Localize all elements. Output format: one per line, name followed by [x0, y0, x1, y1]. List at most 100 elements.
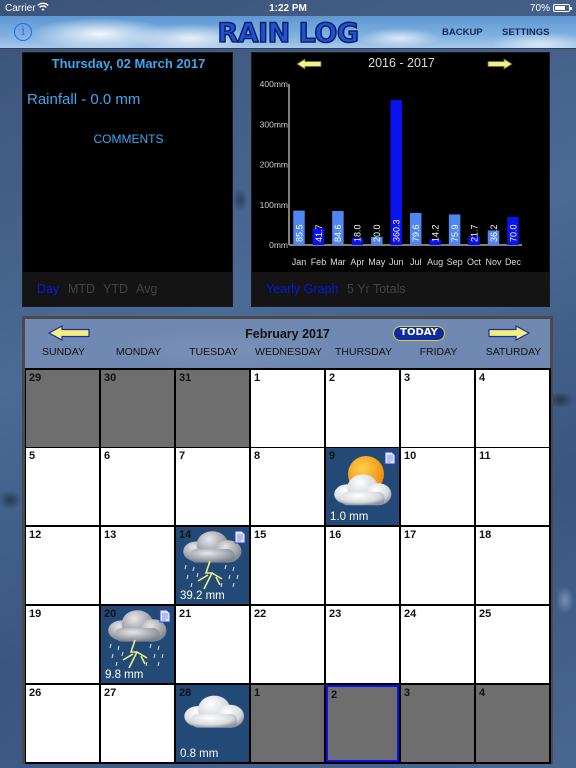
selected-date: Thursday, 02 March 2017	[51, 56, 206, 71]
calendar-day-cell[interactable]: 24	[401, 606, 474, 683]
calendar-day-cell[interactable]: 31	[176, 370, 249, 447]
calendar-day-cell[interactable]: 1	[251, 685, 324, 762]
x-tick-label: Aug	[427, 257, 443, 267]
calendar-day-cell[interactable]: 19	[26, 606, 99, 683]
day-number: 2	[331, 689, 338, 701]
bar-value-label: 41.7	[314, 224, 324, 242]
weekday-header-wednesday: WEDNESDAY	[255, 346, 322, 358]
calendar-day-cell[interactable]: 17	[401, 527, 474, 604]
y-tick-label: 300mm	[260, 119, 288, 129]
settings-button[interactable]: SETTINGS	[502, 27, 550, 38]
calendar-day-cell[interactable]: 20 9.8 mm	[101, 606, 174, 683]
note-icon	[234, 530, 246, 544]
tab-day[interactable]: Day	[37, 282, 59, 296]
calendar-day-cell[interactable]: 3	[401, 685, 474, 762]
x-tick-label: Dec	[505, 257, 522, 267]
day-number: 7	[179, 450, 186, 462]
calendar-day-cell[interactable]: 27	[101, 685, 174, 762]
calendar-day-cell[interactable]: 16	[326, 527, 399, 604]
calendar-day-cell[interactable]: 4	[476, 685, 549, 762]
day-number: 27	[104, 687, 117, 699]
bar-value-label: 14.2	[430, 224, 440, 242]
calendar-day-cell[interactable]: 8	[251, 448, 324, 525]
battery-icon	[553, 4, 572, 12]
y-tick-label: 200mm	[260, 160, 288, 170]
day-number: 19	[29, 608, 42, 620]
calendar-day-cell[interactable]: 10	[401, 448, 474, 525]
month-title: February 2017	[245, 327, 330, 341]
calendar-day-cell[interactable]: 11	[476, 448, 549, 525]
calendar-day-cell[interactable]: 4	[476, 370, 549, 447]
calendar-day-cell[interactable]: 9 1.0 mm	[326, 448, 399, 525]
calendar-day-cell[interactable]: 14 39.2 mm	[176, 527, 249, 604]
rainfall-value: Rainfall - 0.0 mm	[27, 91, 141, 108]
calendar-day-cell[interactable]: 15	[251, 527, 324, 604]
day-number: 31	[179, 372, 192, 384]
bar-value-label: 20.0	[372, 224, 382, 242]
today-button[interactable]: TODAY	[393, 326, 445, 341]
calendar-day-cell[interactable]: 21	[176, 606, 249, 683]
day-number: 22	[254, 608, 267, 620]
day-number: 28	[179, 687, 192, 699]
comments-button[interactable]: COMMENTS	[23, 132, 234, 146]
bar-value-label: 84.6	[333, 224, 343, 242]
note-icon	[159, 609, 171, 623]
tab-mtd[interactable]: MTD	[68, 282, 95, 296]
calendar-day-cell[interactable]: 6	[101, 448, 174, 525]
calendar-day-cell[interactable]: 3	[401, 370, 474, 447]
weekday-header-thursday: THURSDAY	[335, 346, 392, 358]
calendar-day-cell[interactable]: 2	[326, 685, 399, 762]
day-summary-panel: Thursday, 02 March 2017 Rainfall - 0.0 m…	[22, 52, 233, 307]
calendar-day-cell[interactable]: 1	[251, 370, 324, 447]
calendar-day-cell[interactable]: 13	[101, 527, 174, 604]
tab-yearly-graph[interactable]: Yearly Graph	[266, 282, 339, 296]
weekday-header-sunday: SUNDAY	[42, 346, 85, 358]
x-tick-label: Jun	[389, 257, 404, 267]
day-number: 3	[404, 372, 411, 384]
next-month-arrow-icon[interactable]	[488, 325, 530, 341]
day-number: 5	[29, 450, 36, 462]
weekday-header-saturday: SATURDAY	[485, 346, 542, 358]
calendar-day-cell[interactable]: 28 0.8 mm	[176, 685, 249, 762]
x-tick-label: Feb	[311, 257, 327, 267]
y-tick-label: 400mm	[260, 79, 288, 89]
calendar-day-cell[interactable]: 25	[476, 606, 549, 683]
day-number: 2	[329, 372, 336, 384]
weekday-header-monday: MONDAY	[115, 346, 162, 358]
tab-5yr-totals[interactable]: 5 Yr Totals	[347, 282, 406, 296]
day-number: 26	[29, 687, 42, 699]
calendar-day-cell[interactable]: 7	[176, 448, 249, 525]
calendar: February 2017 TODAY SUNDAY MONDAY TUESDAY W…	[22, 316, 553, 764]
y-tick-label: 100mm	[260, 200, 288, 210]
rainfall-amount: 0.8 mm	[180, 748, 219, 760]
calendar-day-cell[interactable]: 12	[26, 527, 99, 604]
day-number: 17	[404, 529, 417, 541]
calendar-day-cell[interactable]: 22	[251, 606, 324, 683]
bar-value-label: 36.2	[489, 224, 499, 242]
day-number: 3	[404, 687, 411, 699]
calendar-day-cell[interactable]: 26	[26, 685, 99, 762]
backup-button[interactable]: BACKUP	[442, 27, 483, 38]
day-number: 24	[404, 608, 417, 620]
calendar-day-cell[interactable]: 5	[26, 448, 99, 525]
x-tick-label: May	[368, 257, 386, 267]
calendar-day-cell[interactable]: 2	[326, 370, 399, 447]
day-number: 23	[329, 608, 342, 620]
bar-value-label: 21.7	[469, 224, 479, 242]
calendar-day-cell[interactable]: 30	[101, 370, 174, 447]
weekday-header-tuesday: TUESDAY	[189, 346, 238, 358]
clock: 1:22 PM	[269, 3, 307, 14]
tab-ytd[interactable]: YTD	[103, 282, 128, 296]
day-number: 15	[254, 529, 267, 541]
day-number: 16	[329, 529, 342, 541]
bar-value-label: 18.0	[353, 224, 363, 242]
yearly-graph-panel: 2016 - 2017 0mm 100mm 200mm 300mm 400mm 85.5…	[251, 52, 550, 307]
day-number: 29	[29, 372, 42, 384]
calendar-day-cell[interactable]: 23	[326, 606, 399, 683]
tab-avg[interactable]: Avg	[136, 282, 157, 296]
x-tick-label: Mar	[330, 257, 346, 267]
calendar-day-cell[interactable]: 18	[476, 527, 549, 604]
day-number: 14	[179, 529, 192, 541]
graph-tab-bar: Yearly Graph 5 Yr Totals	[252, 272, 549, 306]
calendar-day-cell[interactable]: 29	[26, 370, 99, 447]
